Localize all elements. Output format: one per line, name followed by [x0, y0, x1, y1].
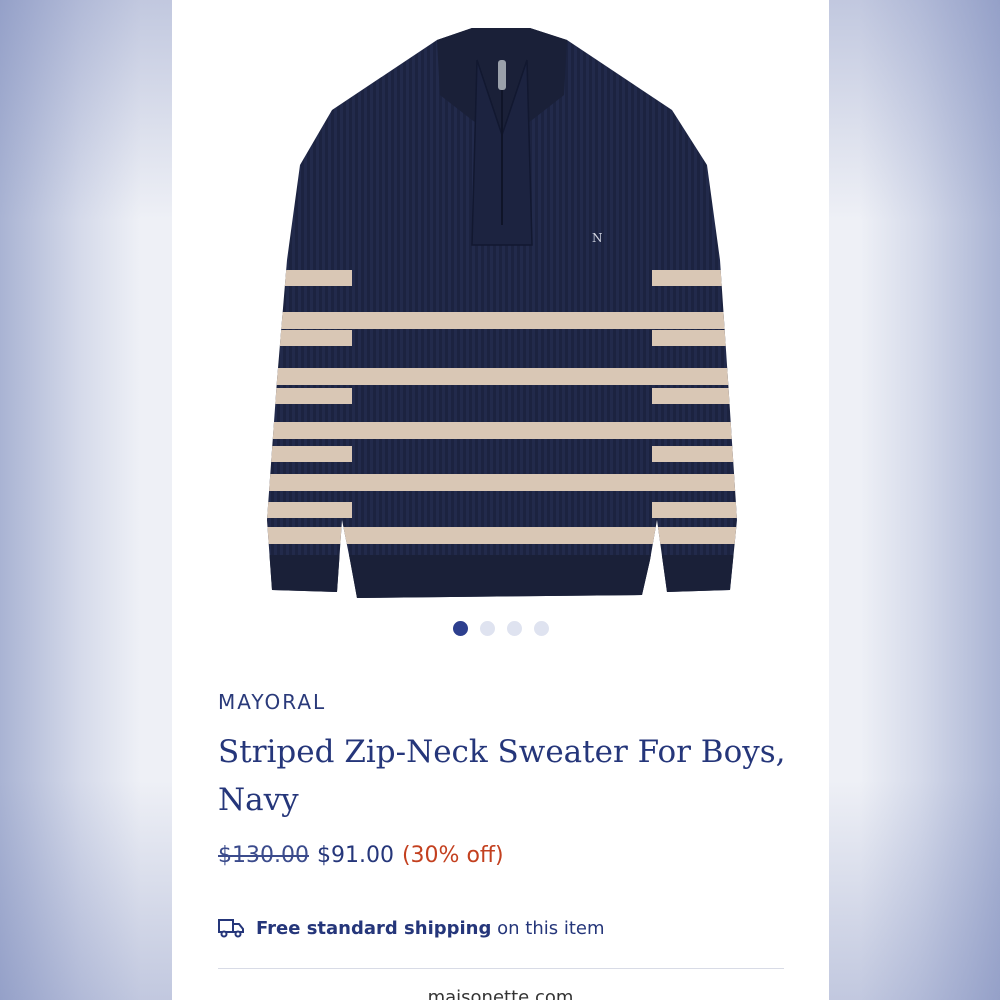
- site-url: maisonette.com: [427, 987, 574, 1000]
- carousel-dot[interactable]: [479, 621, 495, 636]
- original-price: $130.00: [218, 843, 309, 868]
- shipping-detail: on this item: [497, 917, 605, 939]
- carousel-dot[interactable]: [506, 621, 522, 636]
- product-card: N MAYORAL Striped Zip-Neck Sweater For B…: [172, 0, 829, 1000]
- zipper-pull: [498, 60, 506, 90]
- sale-price: $91.00: [316, 843, 394, 868]
- product-image[interactable]: N: [172, 0, 829, 610]
- logo-emblem: N: [592, 231, 603, 245]
- brand-name[interactable]: MAYORAL: [218, 690, 326, 714]
- divider: [218, 968, 784, 969]
- product-title: Striped Zip-Neck Sweater For Boys, Navy: [218, 734, 786, 818]
- carousel-dot[interactable]: [452, 621, 468, 636]
- carousel-dot[interactable]: [533, 621, 549, 636]
- shipping-info: Free standard shipping on this item: [218, 917, 605, 939]
- truck-icon: [218, 919, 244, 938]
- price-row: $130.00 $91.00 (30% off): [218, 843, 504, 868]
- discount-badge: (30% off): [401, 843, 504, 868]
- carousel-dots: [172, 621, 829, 636]
- shipping-highlight: Free standard shipping: [256, 917, 492, 939]
